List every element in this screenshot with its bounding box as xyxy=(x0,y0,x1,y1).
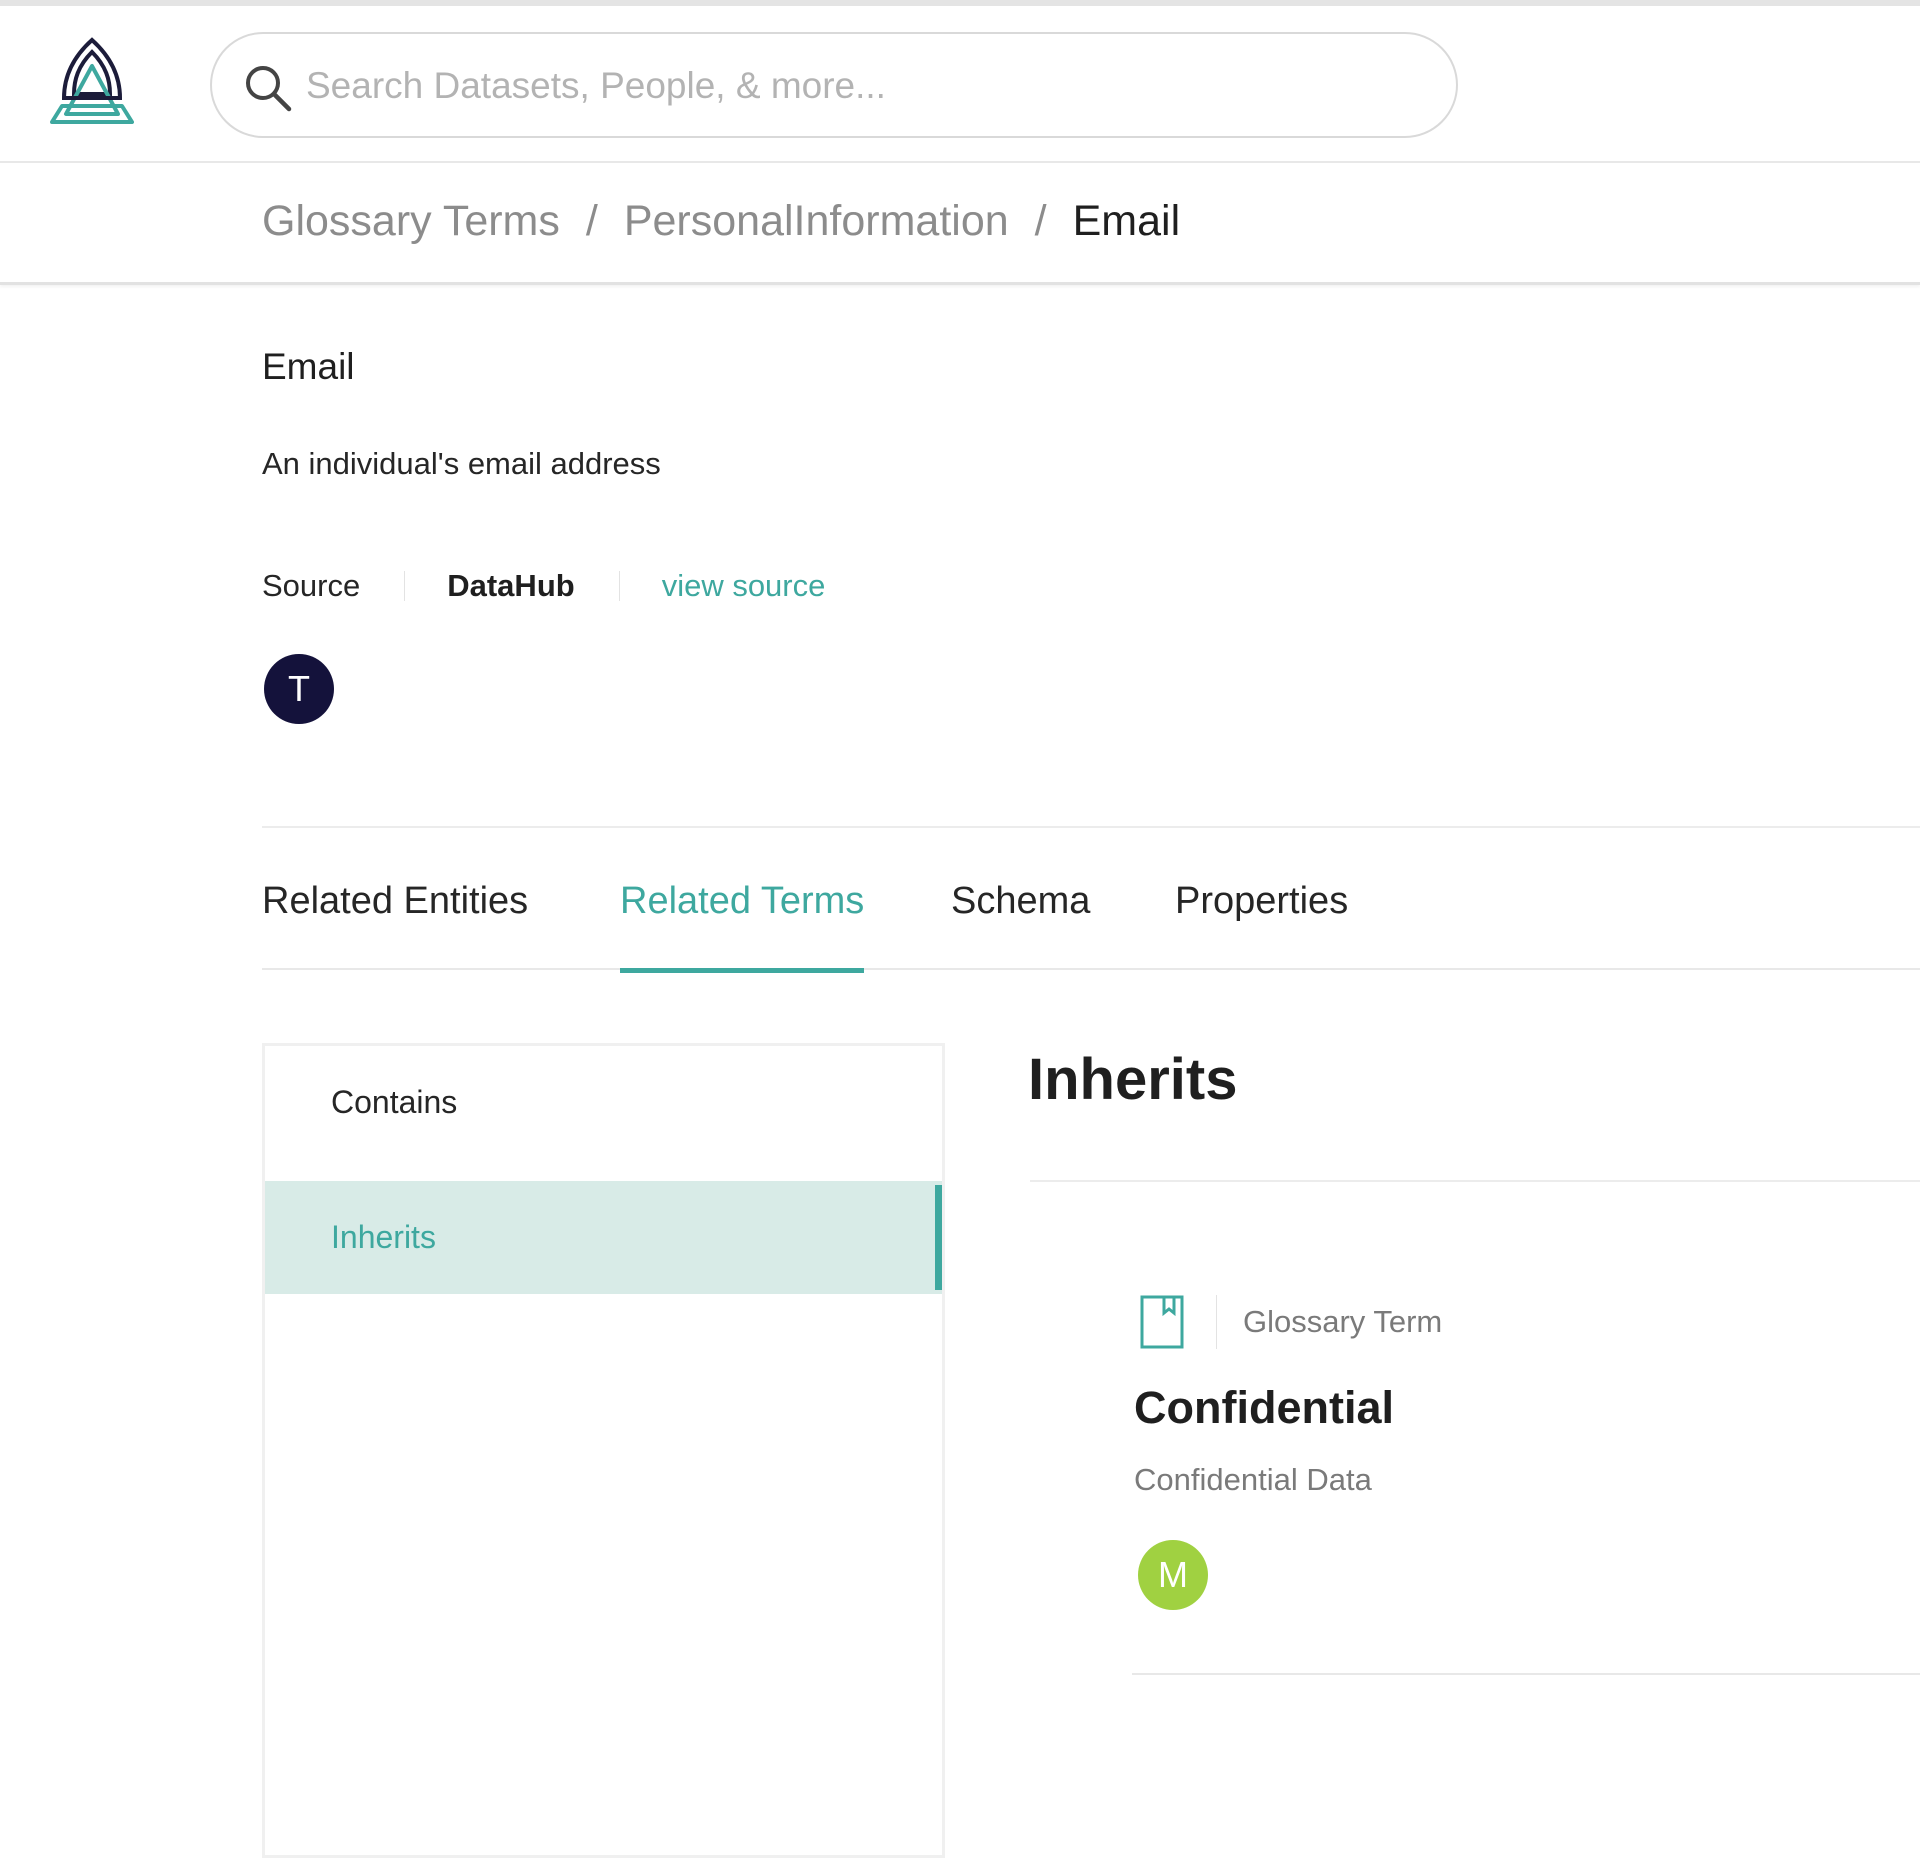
related-section-title: Inherits xyxy=(1028,1047,1238,1112)
search-input[interactable] xyxy=(304,56,1404,116)
tab-related-terms[interactable]: Related Terms xyxy=(620,880,865,973)
tab-label: Related Terms xyxy=(620,880,865,922)
source-label: Source xyxy=(262,568,361,603)
tab-schema[interactable]: Schema xyxy=(951,880,1090,970)
divider xyxy=(1216,1295,1217,1349)
divider xyxy=(404,571,406,601)
breadcrumb-separator: / xyxy=(585,197,598,245)
active-tab-indicator xyxy=(620,968,865,973)
breadcrumb-current-email: Email xyxy=(1072,197,1181,245)
breadcrumb-bar: Glossary Terms / PersonalInformation / E… xyxy=(0,165,1920,285)
menu-item-contains[interactable]: Contains xyxy=(265,1046,942,1159)
owner-avatar[interactable]: T xyxy=(264,654,334,724)
search-icon xyxy=(242,62,294,114)
datahub-logo-icon[interactable] xyxy=(50,36,134,128)
menu-item-inherits[interactable]: Inherits xyxy=(265,1181,942,1294)
term-type-row: Glossary Term xyxy=(1140,1292,1442,1352)
breadcrumb: Glossary Terms / PersonalInformation / E… xyxy=(262,197,1180,246)
view-source-link[interactable]: view source xyxy=(662,568,826,604)
term-description: Confidential Data xyxy=(1134,1462,1372,1497)
tab-related-entities[interactable]: Related Entities xyxy=(262,880,528,970)
term-type-label: Glossary Term xyxy=(1243,1304,1443,1339)
search-bar[interactable] xyxy=(210,32,1458,138)
entity-title: Email xyxy=(262,346,355,387)
source-row: Source DataHub view source xyxy=(262,564,825,608)
term-name-link[interactable]: Confidential xyxy=(1134,1382,1394,1434)
breadcrumb-glossary-terms[interactable]: Glossary Terms xyxy=(262,197,560,246)
breadcrumb-personal-information[interactable]: PersonalInformation xyxy=(624,197,1009,246)
top-nav-bar xyxy=(0,6,1920,163)
tab-properties[interactable]: Properties xyxy=(1175,880,1348,970)
term-owner-avatar[interactable]: M xyxy=(1138,1540,1208,1610)
related-term-card[interactable]: Glossary Term Confidential Confidential … xyxy=(1132,1280,1920,1675)
section-divider xyxy=(1030,1180,1920,1182)
divider xyxy=(618,571,620,601)
entity-tabs: Related Entities Related Terms Schema Pr… xyxy=(262,868,1920,973)
entity-description[interactable]: An individual's email address xyxy=(262,446,661,482)
relationship-menu: Contains Inherits xyxy=(262,1043,945,1858)
book-icon xyxy=(1140,1295,1184,1349)
section-divider xyxy=(262,826,1920,828)
breadcrumb-separator: / xyxy=(1034,197,1047,245)
source-value: DataHub xyxy=(447,568,575,603)
